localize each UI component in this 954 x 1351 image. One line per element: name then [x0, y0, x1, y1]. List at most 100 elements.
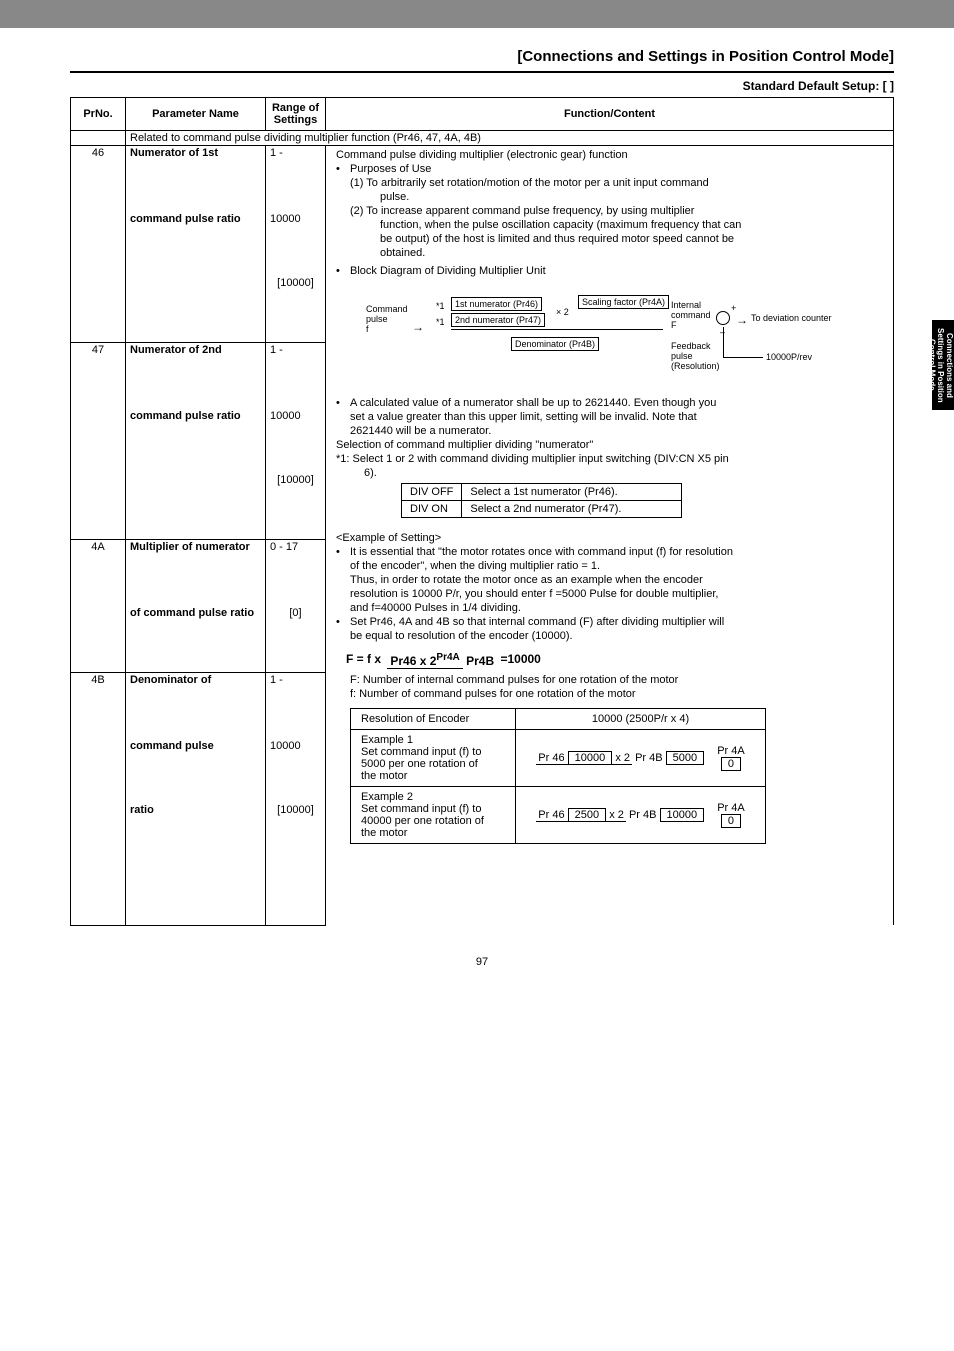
e2-top-post: x 2 — [609, 809, 624, 821]
div-table: DIV OFFSelect a 1st numerator (Pr46). DI… — [401, 483, 682, 518]
e2-l3: 40000 per one rotation of — [361, 815, 484, 827]
e1-pr4a-v: 0 — [721, 757, 741, 771]
row-4B-name3: ratio — [130, 804, 154, 816]
row-4A-name2: of command pulse ratio — [130, 607, 254, 619]
e2-l4: the motor — [361, 827, 407, 839]
e1-l1: Example 1 — [361, 734, 413, 746]
page-number: 97 — [70, 956, 894, 968]
fn-line3: (1) To arbitrarily set rotation/motion o… — [336, 177, 889, 189]
ex-b2b: be equal to resolution of the encoder (1… — [336, 630, 889, 642]
diag-fb-l3: (Resolution) — [671, 361, 720, 371]
fn-line4d: obtained. — [336, 247, 889, 259]
row-47-name1: Numerator of 2nd — [130, 344, 222, 356]
col-prno-header: PrNo. — [71, 98, 126, 131]
col-range-header: Range of Settings — [266, 98, 326, 131]
fn-line5: Block Diagram of Dividing Multiplier Uni… — [350, 265, 546, 277]
side-tab: Connections and Settings in Position Con… — [932, 320, 954, 410]
formula: F = f x Pr46 x 2Pr4A Pr4B =10000 — [346, 652, 889, 668]
table-header-row: PrNo. Parameter Name Range of Settings F… — [71, 98, 894, 131]
row-46-l1: 46 Numerator of 1st 1 - Command pulse di… — [71, 146, 894, 212]
prno-4A: 4A — [71, 540, 126, 606]
e1-bot-v: 5000 — [666, 751, 704, 765]
div-on-label: DIV ON — [402, 501, 462, 518]
e1-top-post: x 2 — [615, 752, 630, 764]
e1-bot-pre: Pr 4B — [635, 752, 663, 764]
arrow-icon — [412, 320, 424, 334]
ex-b1b: of the encoder", when the diving multipl… — [336, 560, 889, 572]
e2-top-pre: Pr 46 — [538, 809, 564, 821]
page-title: [Connections and Settings in Position Co… — [70, 48, 894, 73]
row-4B-range3: [10000] — [266, 803, 326, 867]
e1-top-v: 10000 — [568, 751, 613, 765]
e2-l1: Example 2 — [361, 791, 413, 803]
fn-line4b: function, when the pulse oscillation cap… — [336, 219, 889, 231]
diag-to-dev: To deviation counter — [751, 313, 832, 323]
row-46-range3: [10000] — [266, 276, 326, 342]
diag-scale-box: Scaling factor (Pr4A) — [578, 295, 669, 309]
row-47-range2: 10000 — [266, 409, 326, 473]
diag-fb-l2: pulse — [671, 351, 693, 361]
e1-l2: Set command input (f) to — [361, 746, 481, 758]
extable-h1: Resolution of Encoder — [351, 709, 516, 730]
col-func-header: Function/Content — [326, 98, 894, 131]
e2-top-v: 2500 — [568, 808, 606, 822]
related-text: Related to command pulse dividing multip… — [126, 131, 894, 146]
row-4B-range1: 1 - — [266, 673, 326, 739]
diag-star1a: *1 — [436, 301, 445, 311]
example-1-left: Example 1 Set command input (f) to 5000 … — [351, 730, 516, 787]
row-46-name1: Numerator of 1st — [130, 147, 218, 159]
row-4A-range1: 0 - 17 — [266, 540, 326, 606]
arrow-icon — [736, 313, 748, 327]
col-name-header: Parameter Name — [126, 98, 266, 131]
row-4B-name2: command pulse — [130, 740, 214, 752]
formula-rhs: =10000 — [500, 652, 540, 666]
top-gray-bar — [0, 0, 954, 28]
bullet-icon: • — [336, 616, 350, 628]
diag-res: 10000P/rev — [766, 352, 812, 362]
row-4B-range2: 10000 — [266, 739, 326, 803]
calc-b1: A calculated value of a numerator shall … — [350, 397, 716, 409]
prno-46: 46 — [71, 146, 126, 212]
fn-line4: (2) To increase apparent command pulse f… — [336, 205, 889, 217]
diag-int-l2: command — [671, 310, 711, 320]
bullet-icon: • — [336, 546, 350, 558]
row-4A-range3: [0] — [266, 606, 326, 672]
diag-x2: × 2 — [556, 307, 569, 317]
content-area: [Connections and Settings in Position Co… — [0, 28, 954, 968]
div-off-label: DIV OFF — [402, 484, 462, 501]
sum-plus: + — [731, 303, 736, 313]
diag-num2-box: 2nd numerator (Pr47) — [451, 313, 545, 327]
calc-b1b: set a value greater than this upper limi… — [336, 411, 889, 423]
formula-fdesc2: f: Number of command pulses for one rota… — [336, 688, 889, 700]
example-heading: <Example of Setting> — [336, 532, 889, 544]
prno-47: 47 — [71, 343, 126, 409]
block-diagram: Command pulse f *1 *1 1st numerator (Pr4… — [366, 287, 846, 387]
div-on-desc: Select a 2nd numerator (Pr47). — [462, 501, 682, 518]
e2-pr4a-lbl: Pr 4A — [717, 802, 745, 814]
examples-table: Resolution of Encoder 10000 (2500P/r x 4… — [350, 708, 766, 844]
diag-int-l3: F — [671, 320, 677, 330]
e1-l3: 5000 per one rotation of — [361, 758, 478, 770]
ex-b1d: resolution is 10000 P/r, you should ente… — [336, 588, 889, 600]
diag-int-l1: Internal — [671, 300, 701, 310]
example-1-right: Pr 46 10000 x 2 Pr 4B 5000 Pr 4A 0 — [516, 730, 766, 787]
example-2-right: Pr 46 2500 x 2 Pr 4B 10000 Pr 4A 0 — [516, 787, 766, 844]
row-46-range1: 1 - — [266, 146, 326, 212]
ex-b1c: Thus, in order to rotate the motor once … — [336, 574, 889, 586]
ex-b1: It is essential that "the motor rotates … — [350, 546, 733, 558]
row-46-name2: command pulse ratio — [130, 213, 241, 225]
parameter-table: PrNo. Parameter Name Range of Settings F… — [70, 97, 894, 926]
example-2-left: Example 2 Set command input (f) to 40000… — [351, 787, 516, 844]
default-setup-label: Standard Default Setup: [ ] — [70, 79, 894, 93]
e2-pr4a-v: 0 — [721, 814, 741, 828]
fn-line3b: pulse. — [336, 191, 889, 203]
e2-bot-pre: Pr 4B — [629, 809, 657, 821]
e1-top-pre: Pr 46 — [538, 752, 564, 764]
e2-bot-v: 10000 — [660, 808, 705, 822]
calc-sel: Selection of command multiplier dividing… — [336, 439, 889, 451]
sum-node-icon — [716, 311, 730, 325]
row-4A-name1: Multiplier of numerator — [130, 541, 250, 553]
e1-pr4a-lbl: Pr 4A — [717, 745, 745, 757]
div-off-desc: Select a 1st numerator (Pr46). — [462, 484, 682, 501]
calc-star: *1: Select 1 or 2 with command dividing … — [336, 453, 889, 465]
